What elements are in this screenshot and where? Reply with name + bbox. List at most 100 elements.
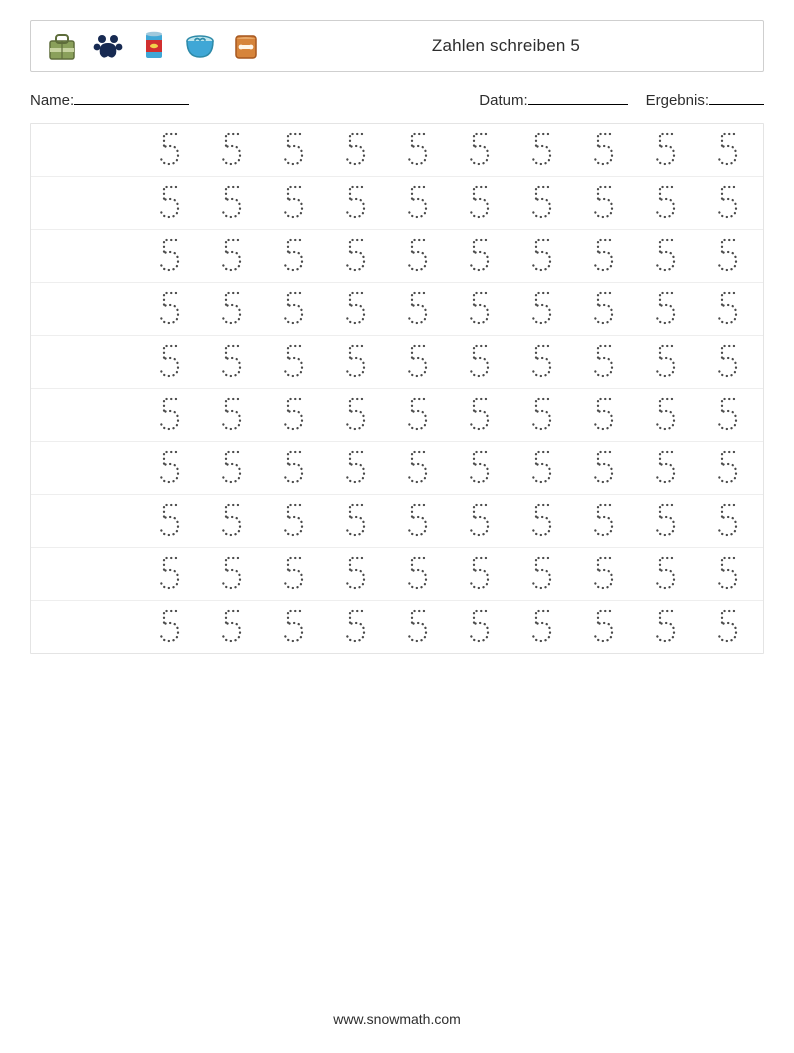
tracing-digit-5[interactable] (591, 395, 617, 435)
tracing-digit-5[interactable] (157, 554, 183, 594)
tracing-digit-5[interactable] (405, 395, 431, 435)
tracing-digit-5[interactable] (715, 342, 741, 382)
tracing-digit-5[interactable] (343, 554, 369, 594)
tracing-digit-5[interactable] (591, 554, 617, 594)
tracing-digit-5[interactable] (653, 342, 679, 382)
tracing-digit-5[interactable] (467, 448, 493, 488)
tracing-digit-5[interactable] (157, 501, 183, 541)
tracing-digit-5[interactable] (219, 448, 245, 488)
tracing-digit-5[interactable] (467, 607, 493, 647)
tracing-digit-5[interactable] (281, 342, 307, 382)
tracing-digit-5[interactable] (343, 501, 369, 541)
tracing-digit-5[interactable] (157, 342, 183, 382)
tracing-digit-5[interactable] (591, 342, 617, 382)
tracing-digit-5[interactable] (281, 448, 307, 488)
tracing-digit-5[interactable] (467, 183, 493, 223)
tracing-digit-5[interactable] (343, 236, 369, 276)
tracing-digit-5[interactable] (653, 289, 679, 329)
tracing-digit-5[interactable] (405, 183, 431, 223)
tracing-digit-5[interactable] (219, 236, 245, 276)
result-blank[interactable] (709, 90, 764, 105)
tracing-digit-5[interactable] (405, 289, 431, 329)
tracing-digit-5[interactable] (715, 395, 741, 435)
tracing-digit-5[interactable] (343, 130, 369, 170)
tracing-digit-5[interactable] (467, 501, 493, 541)
tracing-digit-5[interactable] (591, 501, 617, 541)
tracing-digit-5[interactable] (591, 607, 617, 647)
tracing-digit-5[interactable] (219, 342, 245, 382)
tracing-digit-5[interactable] (715, 236, 741, 276)
tracing-digit-5[interactable] (219, 607, 245, 647)
tracing-digit-5[interactable] (467, 342, 493, 382)
tracing-digit-5[interactable] (281, 395, 307, 435)
tracing-digit-5[interactable] (157, 395, 183, 435)
tracing-digit-5[interactable] (591, 183, 617, 223)
tracing-digit-5[interactable] (591, 236, 617, 276)
tracing-digit-5[interactable] (219, 554, 245, 594)
tracing-digit-5[interactable] (343, 342, 369, 382)
tracing-digit-5[interactable] (281, 501, 307, 541)
tracing-digit-5[interactable] (653, 554, 679, 594)
tracing-digit-5[interactable] (591, 289, 617, 329)
tracing-digit-5[interactable] (219, 130, 245, 170)
tracing-digit-5[interactable] (653, 395, 679, 435)
tracing-digit-5[interactable] (219, 183, 245, 223)
tracing-digit-5[interactable] (529, 130, 555, 170)
tracing-digit-5[interactable] (405, 236, 431, 276)
tracing-digit-5[interactable] (157, 448, 183, 488)
tracing-digit-5[interactable] (157, 236, 183, 276)
tracing-digit-5[interactable] (529, 607, 555, 647)
tracing-digit-5[interactable] (715, 607, 741, 647)
tracing-digit-5[interactable] (343, 607, 369, 647)
tracing-digit-5[interactable] (653, 607, 679, 647)
tracing-digit-5[interactable] (343, 183, 369, 223)
tracing-digit-5[interactable] (467, 236, 493, 276)
tracing-digit-5[interactable] (591, 448, 617, 488)
tracing-digit-5[interactable] (529, 554, 555, 594)
tracing-digit-5[interactable] (653, 236, 679, 276)
tracing-digit-5[interactable] (405, 448, 431, 488)
tracing-digit-5[interactable] (467, 395, 493, 435)
tracing-digit-5[interactable] (467, 130, 493, 170)
tracing-digit-5[interactable] (405, 554, 431, 594)
tracing-digit-5[interactable] (467, 554, 493, 594)
tracing-digit-5[interactable] (653, 501, 679, 541)
tracing-digit-5[interactable] (281, 183, 307, 223)
tracing-digit-5[interactable] (529, 395, 555, 435)
tracing-digit-5[interactable] (157, 289, 183, 329)
tracing-digit-5[interactable] (157, 183, 183, 223)
tracing-digit-5[interactable] (157, 607, 183, 647)
tracing-digit-5[interactable] (405, 130, 431, 170)
tracing-digit-5[interactable] (529, 448, 555, 488)
tracing-digit-5[interactable] (715, 289, 741, 329)
tracing-digit-5[interactable] (529, 289, 555, 329)
tracing-digit-5[interactable] (281, 130, 307, 170)
name-blank[interactable] (74, 90, 189, 105)
tracing-digit-5[interactable] (529, 183, 555, 223)
tracing-digit-5[interactable] (591, 130, 617, 170)
tracing-digit-5[interactable] (653, 130, 679, 170)
tracing-digit-5[interactable] (529, 236, 555, 276)
tracing-digit-5[interactable] (219, 395, 245, 435)
tracing-digit-5[interactable] (281, 289, 307, 329)
tracing-digit-5[interactable] (157, 130, 183, 170)
tracing-digit-5[interactable] (715, 554, 741, 594)
tracing-digit-5[interactable] (219, 289, 245, 329)
date-blank[interactable] (528, 90, 628, 105)
tracing-digit-5[interactable] (281, 236, 307, 276)
tracing-digit-5[interactable] (715, 130, 741, 170)
tracing-digit-5[interactable] (529, 342, 555, 382)
tracing-digit-5[interactable] (281, 607, 307, 647)
tracing-digit-5[interactable] (219, 501, 245, 541)
tracing-digit-5[interactable] (715, 448, 741, 488)
tracing-digit-5[interactable] (529, 501, 555, 541)
tracing-digit-5[interactable] (715, 183, 741, 223)
tracing-digit-5[interactable] (343, 448, 369, 488)
tracing-digit-5[interactable] (343, 289, 369, 329)
tracing-digit-5[interactable] (405, 342, 431, 382)
tracing-digit-5[interactable] (653, 183, 679, 223)
tracing-digit-5[interactable] (467, 289, 493, 329)
tracing-digit-5[interactable] (281, 554, 307, 594)
tracing-digit-5[interactable] (653, 448, 679, 488)
tracing-digit-5[interactable] (405, 501, 431, 541)
